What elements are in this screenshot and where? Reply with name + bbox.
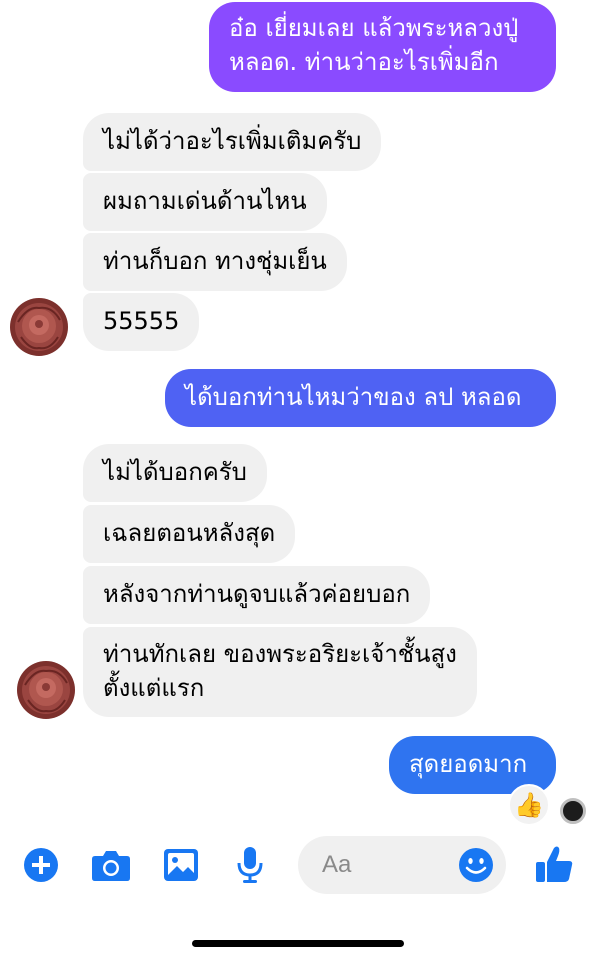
- emoji-icon[interactable]: [458, 847, 494, 883]
- message-line: หลอด. ท่านว่าอะไรเพิ่มอีก: [229, 48, 499, 76]
- incoming-message[interactable]: ไม่ได้ว่าอะไรเพิ่มเติมครับ: [83, 113, 382, 171]
- message-text: 55555: [103, 307, 180, 335]
- incoming-message[interactable]: ท่านก็บอก ทางชุ่มเย็น: [83, 233, 347, 291]
- chat-screen: อ๋อ เยี่ยมเลย แล้วพระหลวงปู่ หลอด. ท่านว…: [0, 0, 594, 960]
- message-text: หลังจากท่านดูจบแล้วค่อยบอก: [103, 580, 411, 608]
- message-line: ตั้งแต่แรก: [103, 674, 205, 702]
- incoming-message[interactable]: หลังจากท่านดูจบแล้วค่อยบอก: [83, 566, 431, 624]
- incoming-message[interactable]: ท่านทักเลย ของพระอริยะเจ้าชั้นสูง ตั้งแต…: [83, 627, 477, 717]
- message-text: ผมถามเด่นด้านไหน: [103, 187, 307, 215]
- incoming-message[interactable]: ผมถามเด่นด้านไหน: [83, 173, 327, 231]
- incoming-message[interactable]: ไม่ได้บอกครับ: [83, 444, 267, 502]
- home-indicator: [192, 940, 404, 947]
- outgoing-message[interactable]: ได้บอกท่านไหมว่าของ ลป หลอด: [165, 369, 556, 427]
- message-input[interactable]: [322, 848, 452, 882]
- message-text: ไม่ได้บอกครับ: [103, 458, 247, 486]
- incoming-message[interactable]: 55555: [83, 293, 200, 351]
- thumbs-up-icon[interactable]: [534, 844, 574, 884]
- microphone-icon[interactable]: [237, 846, 263, 884]
- thumbs-up-reaction-icon: 👍: [514, 791, 544, 819]
- rose-avatar[interactable]: [8, 292, 70, 362]
- gallery-icon[interactable]: [163, 848, 199, 882]
- message-text: ท่านก็บอก ทางชุ่มเย็น: [103, 247, 327, 275]
- incoming-message[interactable]: เฉลยตอนหลังสุด: [83, 505, 296, 563]
- rose-avatar[interactable]: [15, 655, 77, 725]
- plus-icon[interactable]: [24, 848, 58, 882]
- reaction-badge[interactable]: 👍: [508, 784, 550, 826]
- outgoing-message[interactable]: อ๋อ เยี่ยมเลย แล้วพระหลวงปู่ หลอด. ท่านว…: [209, 2, 556, 92]
- camera-icon[interactable]: [91, 848, 131, 882]
- message-line: อ๋อ เยี่ยมเลย แล้วพระหลวงปู่: [229, 14, 519, 42]
- message-text: สุดยอดมาก: [409, 750, 528, 778]
- message-composer[interactable]: [298, 836, 506, 894]
- message-text: เฉลยตอนหลังสุด: [103, 519, 276, 547]
- seen-avatar: [560, 798, 586, 824]
- message-text: ได้บอกท่านไหมว่าของ ลป หลอด: [185, 383, 522, 411]
- message-text: ไม่ได้ว่าอะไรเพิ่มเติมครับ: [103, 127, 362, 155]
- message-line: ท่านทักเลย ของพระอริยะเจ้าชั้นสูง: [103, 640, 457, 668]
